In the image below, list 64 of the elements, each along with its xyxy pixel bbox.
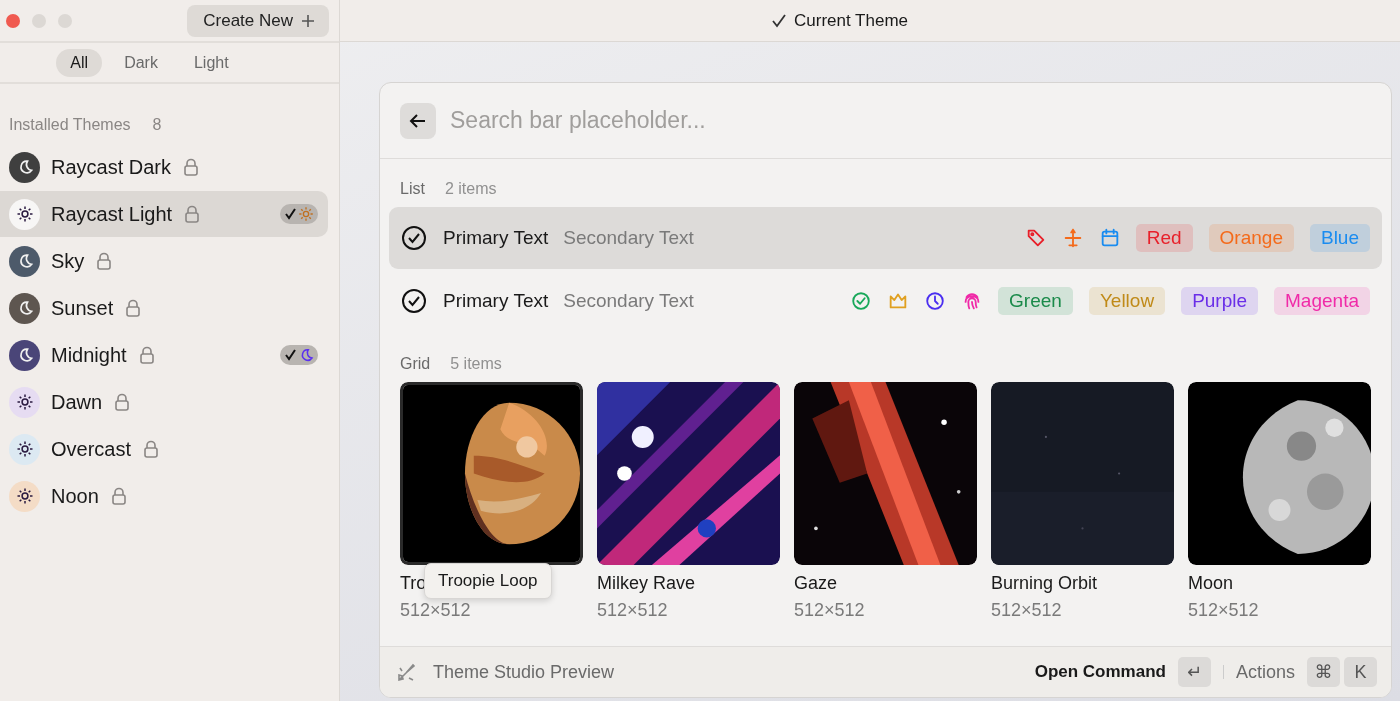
filter-tab[interactable]: Dark	[110, 48, 172, 77]
tag: Blue	[1309, 224, 1370, 252]
check-icon	[772, 13, 786, 28]
item-size: 512×512	[794, 600, 866, 621]
section-count: 5 items	[450, 355, 502, 373]
list-item[interactable]: Primary Text Secondary Text Green Yellow Purple Magenta	[389, 270, 1382, 332]
secondary-text: Secondary Text	[563, 290, 694, 312]
back-button[interactable]	[400, 102, 436, 139]
tag: Orange	[1208, 224, 1294, 252]
theme-item[interactable]: Sky	[0, 238, 328, 284]
tooltip: Troopie Loop	[424, 563, 552, 599]
primary-text: Primary Text	[443, 290, 549, 312]
theme-item[interactable]: Raycast Light	[0, 191, 328, 237]
check-circle-icon	[401, 225, 427, 251]
theme-name: Dawn	[51, 390, 103, 414]
section-title: Grid	[400, 355, 431, 373]
theme-item[interactable]: Midnight	[0, 332, 328, 378]
item-title: Moon	[1188, 573, 1234, 593]
primary-text: Primary Text	[443, 227, 549, 249]
enter-key: ↵	[1177, 657, 1211, 687]
theme-name: Sunset	[51, 296, 114, 320]
theme-item[interactable]: Overcast	[0, 426, 328, 472]
actions-action[interactable]: Actions	[1235, 661, 1295, 683]
filter-tab[interactable]: All	[56, 48, 103, 77]
tag: Green	[998, 287, 1073, 315]
section-title: Installed Themes	[9, 116, 131, 134]
tag: Purple	[1181, 287, 1259, 315]
theme-name: Sky	[51, 249, 85, 273]
item-title: Milkey Rave	[597, 573, 696, 593]
footer-title: Theme Studio Preview	[433, 661, 615, 683]
section-count: 2 items	[444, 180, 497, 198]
tag: Red	[1135, 224, 1193, 252]
theme-name: Overcast	[51, 437, 132, 461]
theme-item[interactable]: Raycast Dark	[0, 144, 328, 190]
shortcut-key: K	[1344, 657, 1377, 687]
theme-name: Raycast Light	[51, 202, 173, 226]
tag: Magenta	[1274, 287, 1370, 315]
section-title: List	[400, 180, 425, 198]
item-size: 512×512	[400, 600, 472, 621]
tag: Yellow	[1088, 287, 1166, 315]
item-size: 512×512	[597, 600, 669, 621]
theme-name: Noon	[51, 484, 99, 508]
item-title: Burning Orbit	[991, 573, 1098, 593]
item-title: Gaze	[794, 573, 838, 593]
search-field[interactable]: Search bar placeholder...	[448, 106, 1371, 135]
open-command-action[interactable]: Open Command	[1034, 662, 1166, 682]
current-theme-title: Current Theme	[794, 10, 908, 31]
paintbrush-icon	[396, 661, 418, 683]
shortcut-key: ⌘	[1307, 657, 1340, 687]
secondary-text: Secondary Text	[563, 227, 694, 249]
close-window-button[interactable]	[6, 13, 20, 28]
theme-name: Midnight	[51, 343, 127, 367]
list-item[interactable]: Primary Text Secondary Text Red Orange Blue	[389, 207, 1382, 269]
filter-tab[interactable]: Light	[179, 48, 243, 77]
plus-icon	[301, 13, 315, 28]
theme-item[interactable]: Noon	[0, 473, 328, 519]
item-size: 512×512	[991, 600, 1063, 621]
theme-name: Raycast Dark	[51, 155, 172, 179]
section-count: 8	[152, 116, 162, 134]
item-size: 512×512	[1188, 600, 1260, 621]
theme-item[interactable]: Dawn	[0, 379, 328, 425]
theme-item[interactable]: Sunset	[0, 285, 328, 331]
check-circle-icon	[401, 288, 427, 314]
create-new-button[interactable]: Create New	[187, 4, 329, 37]
